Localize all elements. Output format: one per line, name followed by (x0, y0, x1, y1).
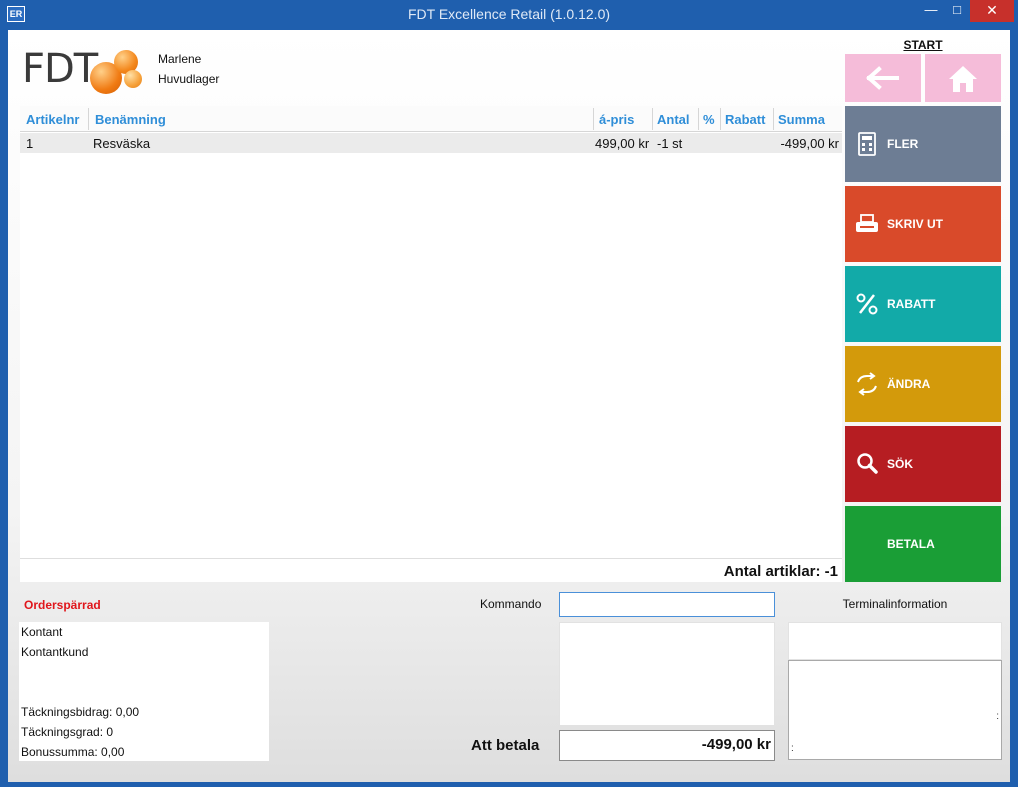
terminal-log: : : (788, 660, 1002, 760)
command-label: Kommando (480, 597, 542, 611)
grid-header: Artikelnr Benämning á-pris Antal % Rabat… (20, 106, 842, 132)
cell-artikelnr: 1 (26, 136, 34, 151)
customer-type: Kontantkund (21, 645, 89, 659)
printer-icon (856, 214, 878, 232)
cell-apris: 499,00 kr (595, 136, 650, 151)
start-link[interactable]: START (888, 38, 958, 52)
rabatt-button[interactable]: RABATT (845, 266, 1001, 342)
tackningsbidrag: Täckningsbidrag: 0,00 (21, 705, 140, 719)
to-pay-box: -499,00 kr (559, 730, 775, 761)
column-header-apris[interactable]: á-pris (599, 112, 634, 127)
article-count-bar: Antal artiklar: -1 (20, 558, 842, 582)
user-name: Marlene (158, 52, 202, 66)
home-icon (949, 66, 977, 92)
tackningsgrad: Täckningsgrad: 0 (21, 725, 114, 739)
to-pay-amount: -499,00 kr (701, 736, 771, 753)
logo-text: FDT (22, 46, 98, 92)
andra-button[interactable]: ÄNDRA (845, 346, 1001, 422)
terminal-info-label: Terminalinformation (842, 597, 948, 611)
column-header-artikelnr[interactable]: Artikelnr (26, 112, 79, 127)
sok-button[interactable]: SÖK (845, 426, 1001, 502)
cell-antal: -1 st (657, 136, 683, 151)
minimize-button[interactable]: — (918, 0, 944, 22)
skriv-ut-button[interactable]: SKRIV UT (845, 186, 1001, 262)
column-separator[interactable] (652, 108, 653, 130)
fler-label: FLER (887, 137, 919, 151)
column-separator[interactable] (593, 108, 594, 130)
cell-benamning: Resväska (93, 136, 151, 151)
magnifier-icon (857, 453, 878, 474)
home-button[interactable] (925, 54, 1001, 102)
title-bar: ER FDT Excellence Retail (1.0.12.0) — □ … (0, 0, 1018, 30)
terminal-mark: : (791, 743, 794, 754)
column-separator[interactable] (773, 108, 774, 130)
column-separator[interactable] (88, 108, 89, 130)
column-header-rabatt[interactable]: Rabatt (725, 112, 765, 127)
fdt-logo: FDT (22, 46, 152, 94)
order-status: Orderspärrad (24, 598, 101, 612)
column-header-benamning[interactable]: Benämning (95, 112, 166, 127)
sok-label: SÖK (887, 457, 914, 471)
column-header-antal[interactable]: Antal (657, 112, 690, 127)
cell-summa: -499,00 kr (780, 136, 839, 151)
command-output (559, 622, 775, 726)
column-header-procent[interactable]: % (703, 112, 715, 127)
swap-arrows-icon (857, 372, 877, 396)
back-button[interactable] (845, 54, 921, 102)
table-row[interactable]: 1 Resväska 499,00 kr -1 st -499,00 kr (20, 133, 842, 153)
column-separator[interactable] (698, 108, 699, 130)
close-button[interactable]: ✕ (970, 0, 1014, 22)
arrow-left-icon (866, 66, 899, 90)
column-header-summa[interactable]: Summa (778, 112, 825, 127)
logo-ball (124, 70, 142, 88)
fler-button[interactable]: FLER (845, 106, 1001, 182)
payment-method: Kontant (21, 625, 63, 639)
to-pay-label: Att betala (471, 737, 540, 754)
terminal-status (788, 622, 1002, 660)
calculator-icon (858, 132, 876, 156)
percent-icon (856, 293, 878, 315)
article-grid[interactable]: Artikelnr Benämning á-pris Antal % Rabat… (20, 106, 842, 582)
terminal-mark: : (996, 711, 999, 722)
bonussumma: Bonussumma: 0,00 (21, 745, 125, 759)
skriv-ut-label: SKRIV UT (887, 217, 944, 231)
column-separator[interactable] (720, 108, 721, 130)
rabatt-label: RABATT (887, 297, 936, 311)
article-count: Antal artiklar: -1 (723, 563, 838, 580)
customer-info-panel: Kontant Kontantkund Täckningsbidrag: 0,0… (19, 622, 269, 761)
command-input[interactable] (559, 592, 775, 617)
window-title: FDT Excellence Retail (1.0.12.0) (407, 6, 611, 22)
main-window: FDT Marlene Huvudlager Artikelnr Benämni… (8, 30, 1010, 782)
maximize-button[interactable]: □ (944, 0, 970, 22)
betala-label: BETALA (887, 537, 935, 551)
betala-button[interactable]: BETALA (845, 506, 1001, 582)
andra-label: ÄNDRA (887, 377, 931, 391)
store-name: Huvudlager (158, 72, 220, 86)
